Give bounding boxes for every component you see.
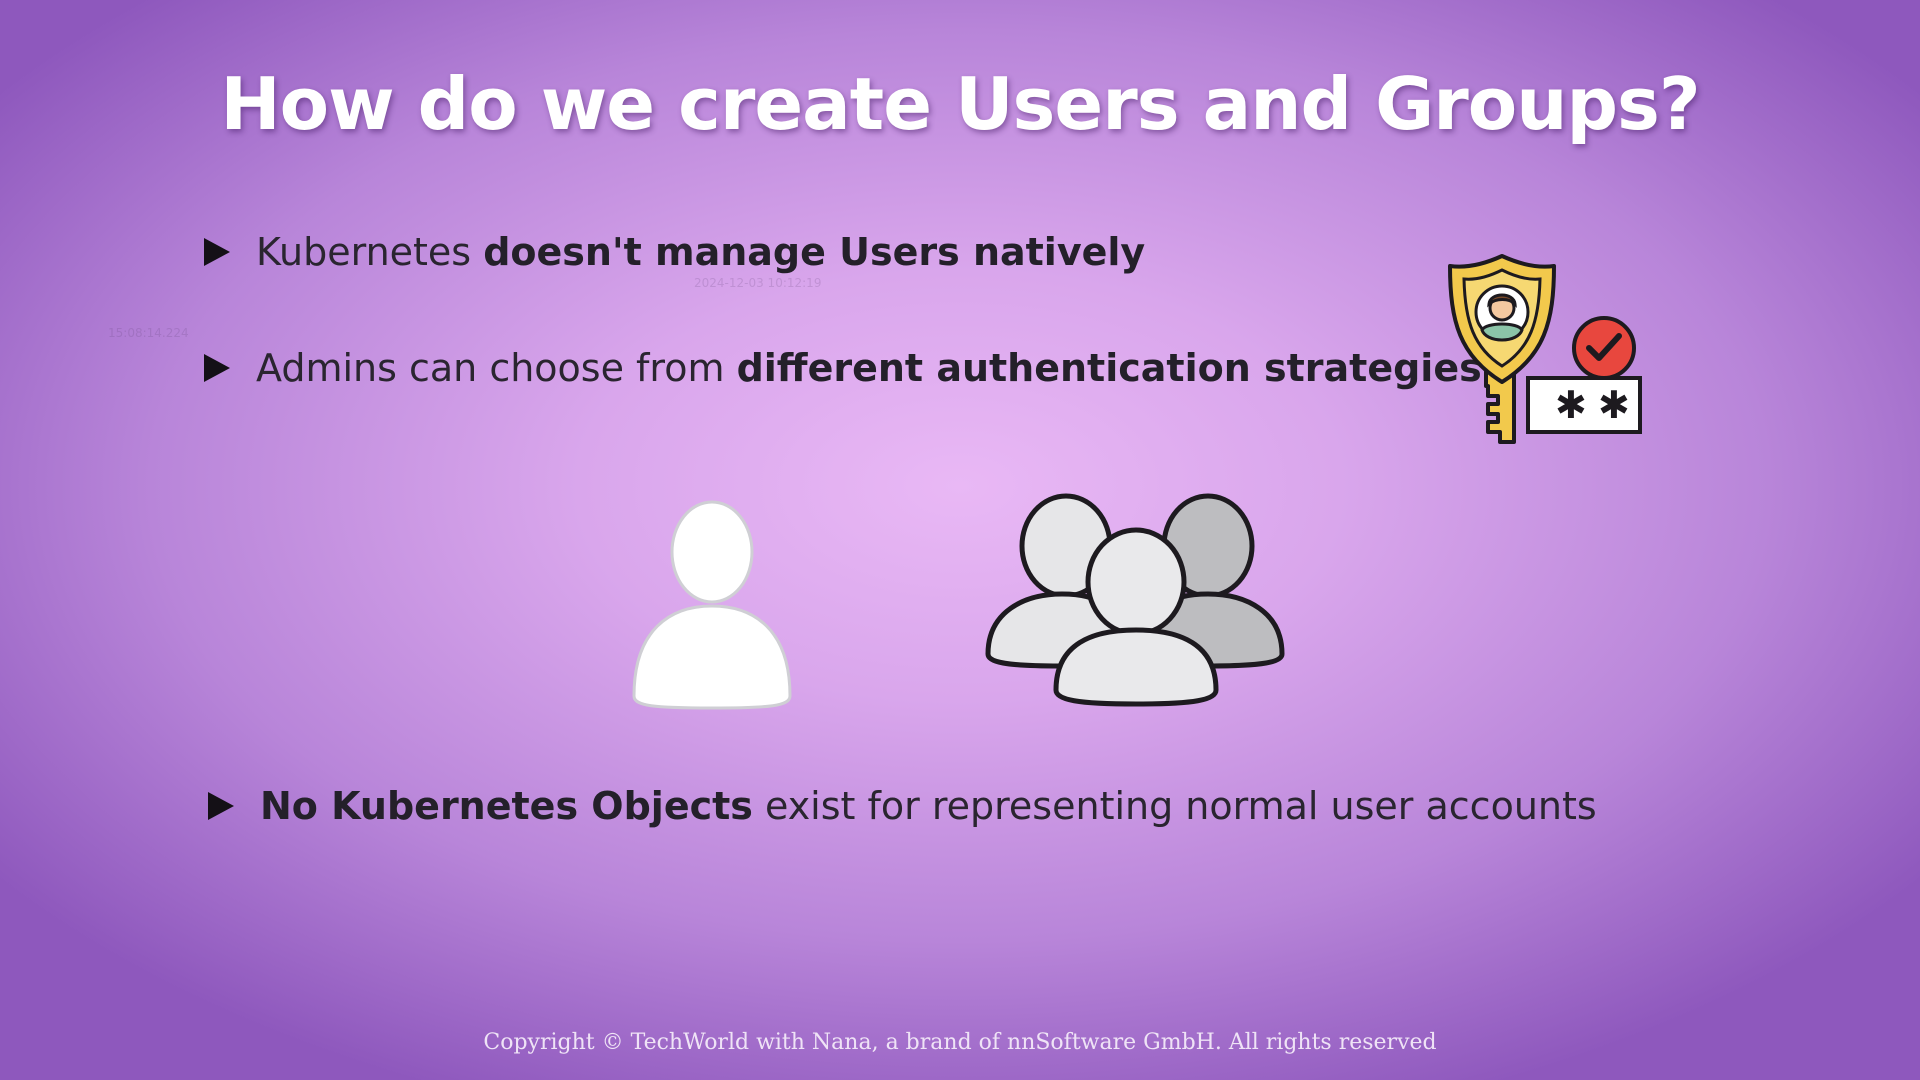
security-key-icon: ✱ ✱ [1448,254,1642,444]
svg-text:✱: ✱ [1598,383,1630,427]
ghost-timestamp: 15:08:14.224 [108,326,189,340]
copyright-notice: Copyright © TechWorld with Nana, a brand… [483,1030,1437,1055]
bullet-text: Kubernetes doesn't manage Users natively [256,230,1146,274]
svg-text:✱: ✱ [1555,383,1587,427]
bullet-text: Admins can choose from different authent… [256,346,1482,390]
slide-title: How do we create Users and Groups? [220,62,1700,146]
bullet-arrow-icon [204,238,230,266]
bullet-users-not-managed: Kubernetes doesn't manage Users natively [204,230,1145,274]
bullet-auth-strategies: Admins can choose from different authent… [204,346,1482,390]
bullet-text: No Kubernetes Objects exist for represen… [260,784,1597,828]
bullet-no-k8s-objects: No Kubernetes Objects exist for represen… [208,784,1597,828]
user-group-icon [985,493,1285,707]
ghost-timestamp: 2024-12-03 10:12:19 [694,276,822,290]
bullet-arrow-icon [208,792,234,820]
user-icon [632,500,792,710]
bullet-arrow-icon [204,354,230,382]
